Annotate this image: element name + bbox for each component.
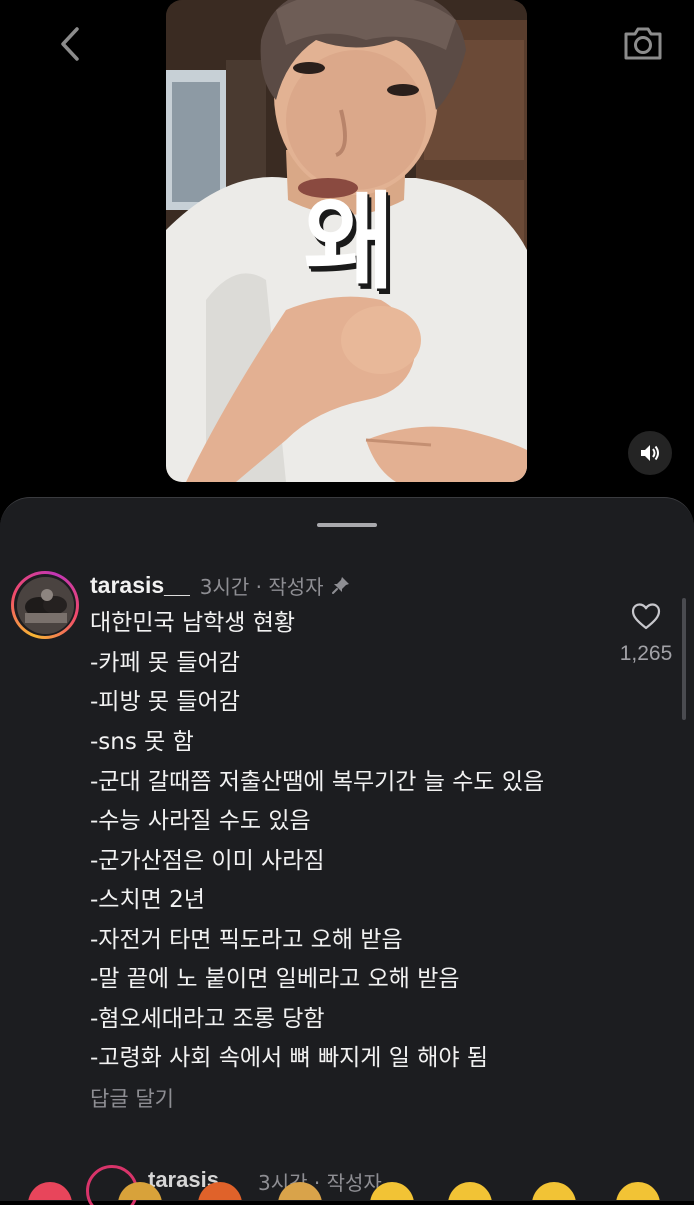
like-count: 1,265 xyxy=(619,642,673,665)
back-button[interactable] xyxy=(52,26,88,62)
comment-line: -수능 사라질 수도 있음 xyxy=(90,808,311,834)
chevron-left-icon xyxy=(61,27,79,61)
sound-button[interactable] xyxy=(628,431,672,475)
emoji-raised-hands[interactable] xyxy=(278,1182,322,1200)
emoji-clap[interactable] xyxy=(118,1182,162,1200)
comment-line: -말 끝에 노 붙이면 일베라고 오해 받음 xyxy=(90,966,460,992)
comment-line: -군대 갈때쯤 저출산땜에 복무기간 늘 수도 있음 xyxy=(90,769,545,795)
comment-username[interactable]: tarasis__ xyxy=(90,572,190,599)
comment-meta: 3시간 · 작성자 xyxy=(199,574,324,599)
avatar-ring-gap xyxy=(14,574,76,636)
reel-video[interactable]: 왜 xyxy=(166,0,527,482)
comment-line: -스치면 2년 xyxy=(90,887,205,913)
pin-icon xyxy=(330,574,352,596)
sheet-drag-handle[interactable] xyxy=(317,523,377,527)
pinned-comment: tarasis__ 3시간 · 작성자 대한민국 남학생 현황 -카페 못 들어… xyxy=(90,568,590,1119)
emoji-fire[interactable] xyxy=(198,1182,242,1200)
emoji-quick-reactions xyxy=(0,1182,694,1200)
comment-line: 대한민국 남학생 현황 xyxy=(90,610,296,636)
comment-line: -sns 못 함 xyxy=(90,728,194,755)
emoji-cry[interactable] xyxy=(370,1182,414,1200)
comment-line: -피방 못 들어감 xyxy=(90,689,240,715)
camera-icon xyxy=(624,27,662,60)
emoji-heart-eyes[interactable] xyxy=(448,1182,492,1200)
overlay-caption: 왜 xyxy=(303,181,396,304)
camera-button[interactable] xyxy=(620,22,666,64)
avatar[interactable] xyxy=(11,571,79,639)
comment-header: tarasis__ 3시간 · 작성자 xyxy=(90,568,590,602)
scrollbar[interactable] xyxy=(682,598,686,720)
emoji-laugh[interactable] xyxy=(616,1182,660,1200)
emoji-surprised[interactable] xyxy=(532,1182,576,1200)
heart-icon xyxy=(631,603,661,630)
comments-sheet: tarasis__ 3시간 · 작성자 대한민국 남학생 현황 -카페 못 들어… xyxy=(0,497,694,1205)
speaker-icon xyxy=(641,445,659,461)
emoji-heart[interactable] xyxy=(28,1182,72,1200)
comment-line: -카페 못 들어감 xyxy=(90,649,240,676)
like-button[interactable]: 1,265 xyxy=(610,602,682,666)
video-area: 왜 xyxy=(0,0,694,500)
comment-body: 대한민국 남학생 현황 -카페 못 들어감 -피방 못 들어감 -sns 못 함… xyxy=(90,604,590,1079)
reply-button[interactable]: 답글 달기 xyxy=(90,1079,590,1119)
comment-line: -자전거 타면 픽도라고 오해 받음 xyxy=(90,926,403,953)
comment-line: -혐오세대라고 조롱 당함 xyxy=(90,1005,325,1032)
comment-line: -고령화 사회 속에서 뼈 빠지게 일 해야 됨 xyxy=(90,1045,489,1071)
comment-line: -군가산점은 이미 사라짐 xyxy=(90,847,325,874)
avatar-image xyxy=(16,576,74,634)
